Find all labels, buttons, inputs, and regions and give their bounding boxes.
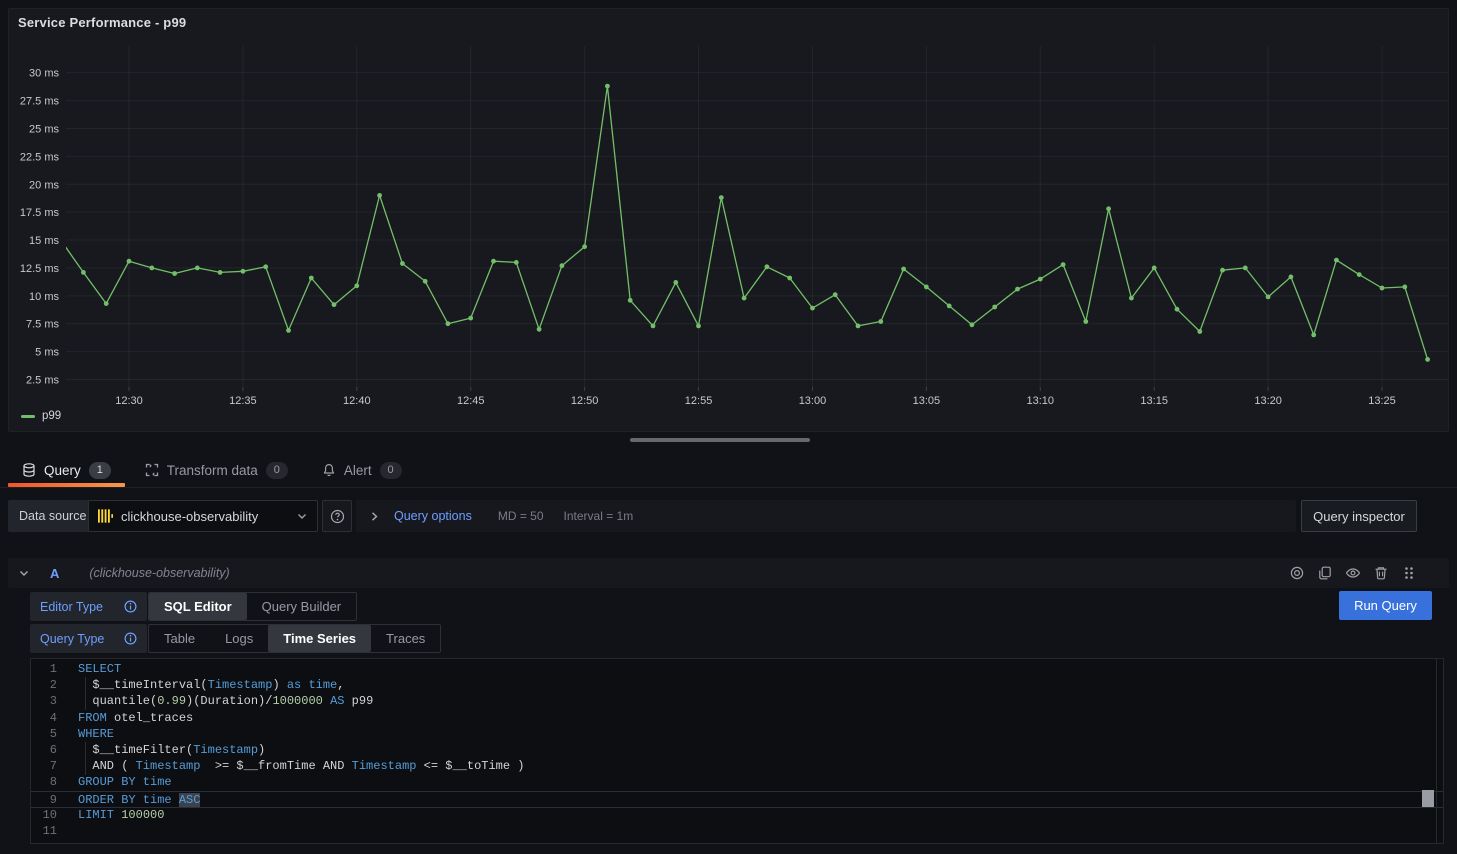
code-line-7: 7 AND ( Timestamp >= $__fromTime AND Tim… — [31, 758, 1443, 775]
bell-icon — [322, 463, 336, 477]
query-options-md: MD = 50 — [498, 509, 544, 523]
chevron-down-icon[interactable] — [18, 567, 30, 579]
code-line-2: 2 $__timeInterval(Timestamp) as time, — [31, 677, 1443, 694]
tab-query-count: 1 — [89, 462, 111, 479]
sql-code-editor[interactable]: 1SELECT2 $__timeInterval(Timestamp) as t… — [30, 658, 1444, 844]
query-type-option-table[interactable]: Table — [149, 625, 210, 652]
tab-alert-label: Alert — [344, 463, 372, 478]
code-line-10: 10LIMIT 100000 — [31, 807, 1443, 824]
info-circle-icon[interactable] — [124, 632, 137, 645]
code-line-3: 3 quantile(0.99)(Duration)/1000000 AS p9… — [31, 693, 1443, 710]
svg-text:30 ms: 30 ms — [29, 68, 59, 80]
query-options-toggle[interactable]: Query options MD = 50 Interval = 1m — [356, 500, 1296, 532]
editor-type-option-sql-editor[interactable]: SQL Editor — [149, 593, 247, 620]
svg-text:12.5 ms: 12.5 ms — [20, 263, 60, 275]
svg-text:12:40: 12:40 — [343, 395, 371, 407]
tabbar: Query 1 Transform data 0 Alert 0 — [8, 453, 416, 487]
transform-icon — [145, 463, 159, 477]
svg-text:25 ms: 25 ms — [29, 123, 59, 135]
editor-scrollbar[interactable] — [1436, 659, 1437, 843]
clickhouse-logo-icon — [98, 509, 113, 523]
disable-query-icon[interactable] — [1289, 565, 1305, 581]
svg-text:13:25: 13:25 — [1368, 395, 1396, 407]
svg-text:17.5 ms: 17.5 ms — [20, 207, 60, 219]
duplicate-query-icon[interactable] — [1317, 565, 1333, 581]
query-row-header[interactable]: A (clickhouse-observability) — [8, 558, 1449, 588]
svg-text:7.5 ms: 7.5 ms — [26, 319, 60, 331]
query-type-group: TableLogsTime SeriesTraces — [148, 624, 441, 653]
query-options-label: Query options — [394, 509, 472, 523]
drag-handle-icon[interactable] — [1401, 565, 1417, 581]
svg-text:5 ms: 5 ms — [35, 347, 59, 359]
code-line-8: 8GROUP BY time — [31, 774, 1443, 791]
database-icon — [22, 463, 36, 477]
svg-text:13:05: 13:05 — [913, 395, 941, 407]
timeseries-panel: Service Performance - p99 2.5 ms 5 ms 7.5 … — [8, 8, 1449, 432]
tab-query-label: Query — [44, 463, 81, 478]
query-datasource-note: (clickhouse-observability) — [89, 566, 229, 580]
query-options-interval: Interval = 1m — [564, 509, 634, 523]
editor-type-label: Editor Type — [40, 600, 103, 614]
legend-swatch — [21, 415, 35, 418]
datasource-help-button[interactable] — [322, 500, 352, 532]
query-type-option-traces[interactable]: Traces — [371, 625, 440, 652]
svg-text:12:50: 12:50 — [571, 395, 599, 407]
query-type-option-time-series[interactable]: Time Series — [268, 625, 371, 652]
legend-label: p99 — [42, 410, 61, 422]
code-line-1: 1SELECT — [31, 661, 1443, 678]
code-line-9: 9ORDER BY time ASC — [31, 791, 1443, 808]
svg-text:12:30: 12:30 — [115, 395, 143, 407]
angle-right-icon — [369, 511, 380, 522]
hide-response-icon[interactable] — [1345, 565, 1361, 581]
query-type-label: Query Type — [40, 632, 104, 646]
query-type-chip: Query Type — [30, 624, 147, 653]
svg-text:13:10: 13:10 — [1027, 395, 1055, 407]
svg-text:2.5 ms: 2.5 ms — [26, 375, 60, 387]
svg-text:20 ms: 20 ms — [29, 179, 59, 191]
tab-alert-count: 0 — [380, 462, 402, 479]
tab-transform-data[interactable]: Transform data 0 — [131, 453, 302, 487]
svg-text:13:20: 13:20 — [1254, 395, 1282, 407]
svg-text:13:15: 13:15 — [1140, 395, 1168, 407]
datasource-label: Data source — [8, 500, 97, 532]
svg-text:12:45: 12:45 — [457, 395, 485, 407]
tab-transform-label: Transform data — [167, 463, 258, 478]
svg-text:10 ms: 10 ms — [29, 291, 59, 303]
chevron-down-icon — [296, 510, 308, 522]
query-ref-id[interactable]: A — [50, 566, 59, 581]
question-circle-icon — [330, 509, 345, 524]
code-line-6: 6 $__timeFilter(Timestamp) — [31, 742, 1443, 759]
query-type-option-logs[interactable]: Logs — [210, 625, 268, 652]
tab-query[interactable]: Query 1 — [8, 453, 125, 487]
pane-resize-handle[interactable] — [630, 438, 810, 442]
svg-text:13:00: 13:00 — [799, 395, 827, 407]
datasource-picker[interactable]: clickhouse-observability — [88, 500, 318, 532]
code-line-11: 11 — [31, 823, 1443, 840]
overview-ruler-cursor — [1422, 790, 1434, 807]
query-row-actions — [1289, 565, 1417, 581]
info-circle-icon[interactable] — [124, 600, 137, 613]
svg-text:27.5 ms: 27.5 ms — [20, 96, 60, 108]
svg-text:12:35: 12:35 — [229, 395, 257, 407]
svg-text:22.5 ms: 22.5 ms — [20, 151, 60, 163]
editor-type-option-query-builder[interactable]: Query Builder — [247, 593, 356, 620]
legend[interactable]: p99 — [21, 410, 61, 422]
editor-type-group: SQL EditorQuery Builder — [148, 592, 357, 621]
datasource-name: clickhouse-observability — [121, 509, 288, 524]
code-line-4: 4FROM otel_traces — [31, 710, 1443, 727]
svg-text:12:55: 12:55 — [685, 395, 713, 407]
run-query-button[interactable]: Run Query — [1339, 591, 1432, 620]
tab-alert[interactable]: Alert 0 — [308, 453, 416, 487]
tab-transform-count: 0 — [266, 462, 288, 479]
delete-query-icon[interactable] — [1373, 565, 1389, 581]
svg-text:15 ms: 15 ms — [29, 235, 59, 247]
grafana-explore-screen: Service Performance - p99 2.5 ms 5 ms 7.5 … — [0, 0, 1457, 854]
tabbar-divider — [0, 487, 1457, 488]
code-line-5: 5WHERE — [31, 726, 1443, 743]
query-inspector-button[interactable]: Query inspector — [1301, 500, 1417, 532]
panel-title: Service Performance - p99 — [18, 15, 186, 30]
editor-type-chip: Editor Type — [30, 592, 147, 621]
timeseries-chart: 2.5 ms 5 ms 7.5 ms 10 ms 12.5 ms 15 ms 17.5 ms… — [9, 39, 1450, 419]
